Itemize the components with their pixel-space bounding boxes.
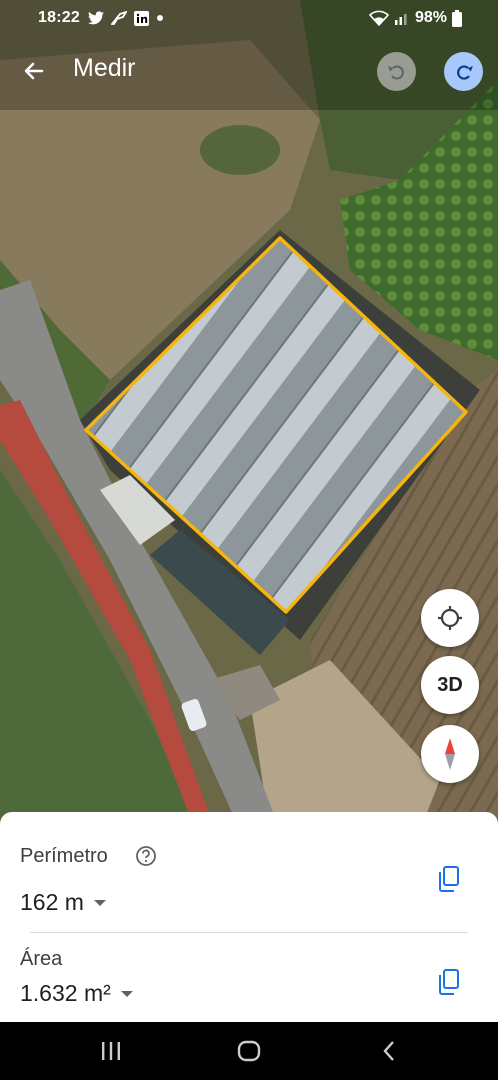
back-arrow-icon	[24, 62, 44, 80]
area-value: 1.632 m²	[20, 980, 111, 1006]
perimeter-label: Perímetro	[20, 845, 108, 867]
copy-icon	[439, 866, 459, 892]
system-nav-bar	[0, 1022, 498, 1080]
satellite-map[interactable]	[0, 0, 498, 830]
top-app-bar: Medir	[0, 42, 498, 100]
map-imagery	[0, 0, 498, 830]
redo-icon	[456, 64, 473, 80]
copy-perimeter-button[interactable]	[432, 862, 466, 896]
chevron-left-icon	[383, 1041, 394, 1061]
recents-icon	[102, 1042, 120, 1060]
my-location-button[interactable]	[421, 589, 479, 647]
copy-area-button[interactable]	[432, 965, 466, 999]
page-title: Medir	[73, 54, 136, 82]
area-value-dropdown[interactable]: 1.632 m²	[20, 980, 133, 1007]
copy-icon	[439, 969, 459, 995]
my-location-icon	[438, 606, 462, 630]
measurement-sheet: Perímetro 162 m Área 1.632 m²	[0, 812, 498, 1022]
feather-icon	[110, 11, 127, 25]
undo-button[interactable]	[377, 52, 416, 91]
wifi-icon	[368, 10, 389, 26]
undo-icon	[387, 65, 404, 80]
battery-percent: 98%	[414, 9, 447, 26]
battery-icon	[452, 9, 462, 27]
status-bar: 18:22 98%	[0, 0, 498, 36]
home-button[interactable]	[234, 1036, 264, 1066]
recents-button[interactable]	[96, 1036, 126, 1066]
area-label: Área	[20, 948, 63, 970]
back-button[interactable]	[14, 51, 54, 91]
divider	[30, 932, 468, 933]
dot-icon	[156, 15, 163, 21]
dropdown-caret-icon	[120, 990, 133, 997]
help-icon[interactable]	[135, 845, 157, 867]
perimeter-value-dropdown[interactable]: 162 m	[20, 889, 106, 916]
compass-button[interactable]	[421, 725, 479, 783]
redo-button[interactable]	[444, 52, 483, 91]
back-nav-button[interactable]	[374, 1036, 404, 1066]
dropdown-caret-icon	[93, 899, 106, 906]
signal-icon	[394, 14, 407, 25]
status-time: 18:22	[38, 9, 80, 26]
twitter-icon	[87, 11, 104, 25]
perimeter-value: 162 m	[20, 889, 84, 915]
view-3d-button[interactable]: 3D	[421, 656, 479, 714]
linkedin-icon	[133, 10, 149, 26]
compass-icon	[445, 738, 455, 770]
home-icon	[237, 1040, 261, 1062]
